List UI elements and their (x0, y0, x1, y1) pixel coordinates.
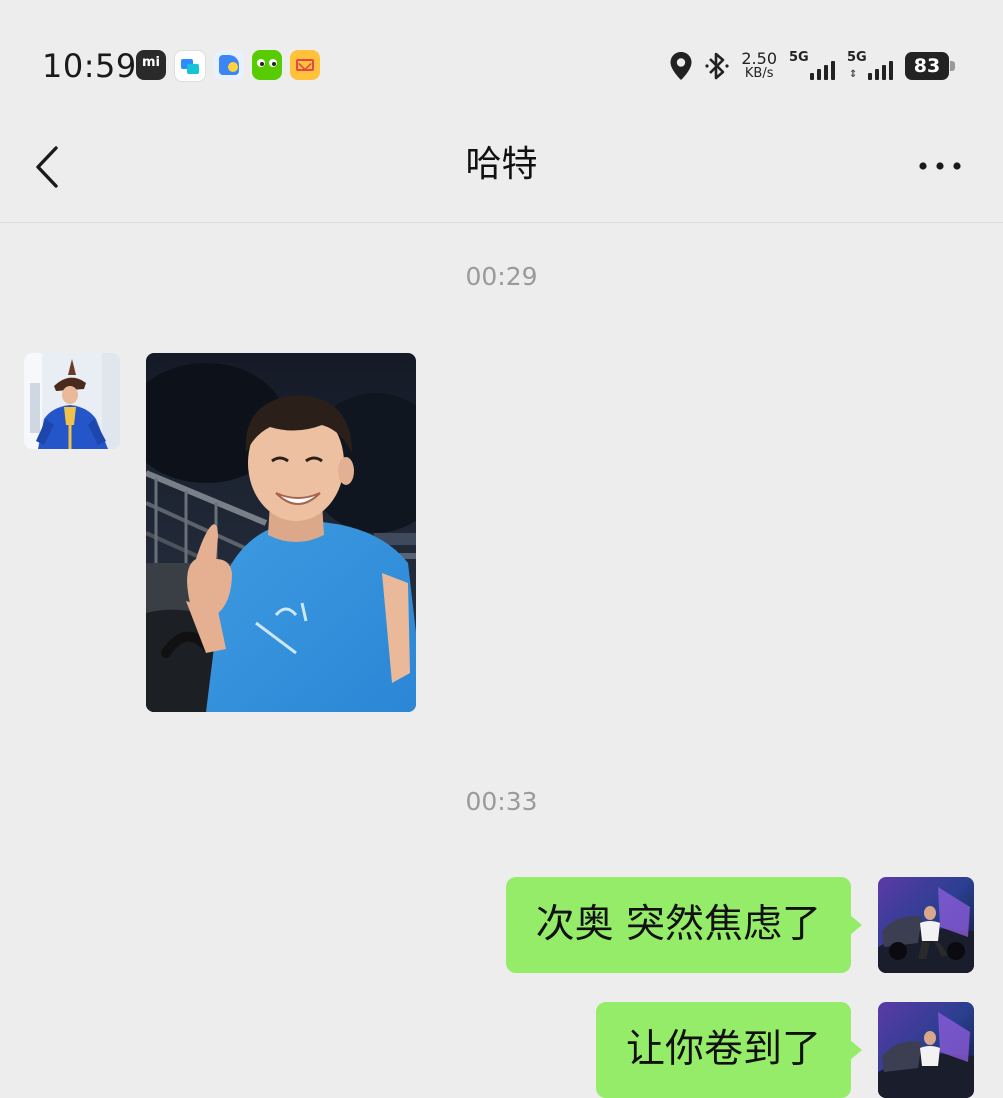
my-avatar-image (878, 877, 974, 973)
outgoing-message-bubble[interactable]: 次奥 突然焦虑了 (505, 877, 863, 973)
image-message[interactable] (146, 353, 416, 712)
outgoing-message-bubble[interactable]: 让你卷到了 (595, 1002, 863, 1098)
page-title: 哈特 (465, 144, 538, 185)
data-arrows-icon: ⇕ (849, 69, 858, 80)
sim1-signal-icon: 5G (789, 50, 835, 82)
battery-icon: 83 (905, 52, 955, 80)
message-timestamp: 00:29 (465, 262, 538, 291)
selfie-photo (146, 353, 416, 712)
network-speed-unit: KB/s (744, 66, 774, 81)
my-avatar[interactable] (878, 1002, 974, 1098)
messenger-icon (174, 50, 206, 82)
my-avatar-image (878, 1002, 974, 1098)
chat-header: 哈特 (0, 120, 1003, 223)
battery-level: 83 (905, 52, 949, 80)
notification-icons (136, 50, 320, 82)
mi-icon (136, 50, 166, 80)
status-time: 10:59 (42, 47, 137, 85)
network-speed: 2.50 KB/s (741, 49, 777, 82)
sim2-label: 5G (847, 50, 867, 65)
mail-icon (290, 50, 320, 80)
my-avatar[interactable] (878, 877, 974, 973)
contact-avatar-image (24, 353, 120, 449)
sim1-label: 5G (789, 50, 809, 65)
more-options-button[interactable] (913, 142, 969, 190)
more-dots-icon (919, 162, 961, 170)
message-timestamp: 00:33 (465, 787, 538, 816)
status-bar: 10:59 2.50 KB/s 5G 5G ⇕ (0, 0, 1003, 120)
duolingo-owl-icon (252, 50, 282, 80)
files-icon (214, 50, 244, 80)
status-indicators: 2.50 KB/s 5G 5G ⇕ 83 (669, 48, 955, 84)
sim2-signal-icon: 5G ⇕ (847, 50, 893, 82)
bluetooth-icon (705, 52, 729, 80)
network-speed-value: 2.50 (741, 49, 777, 68)
contact-avatar[interactable] (24, 353, 120, 449)
location-icon (670, 52, 692, 80)
